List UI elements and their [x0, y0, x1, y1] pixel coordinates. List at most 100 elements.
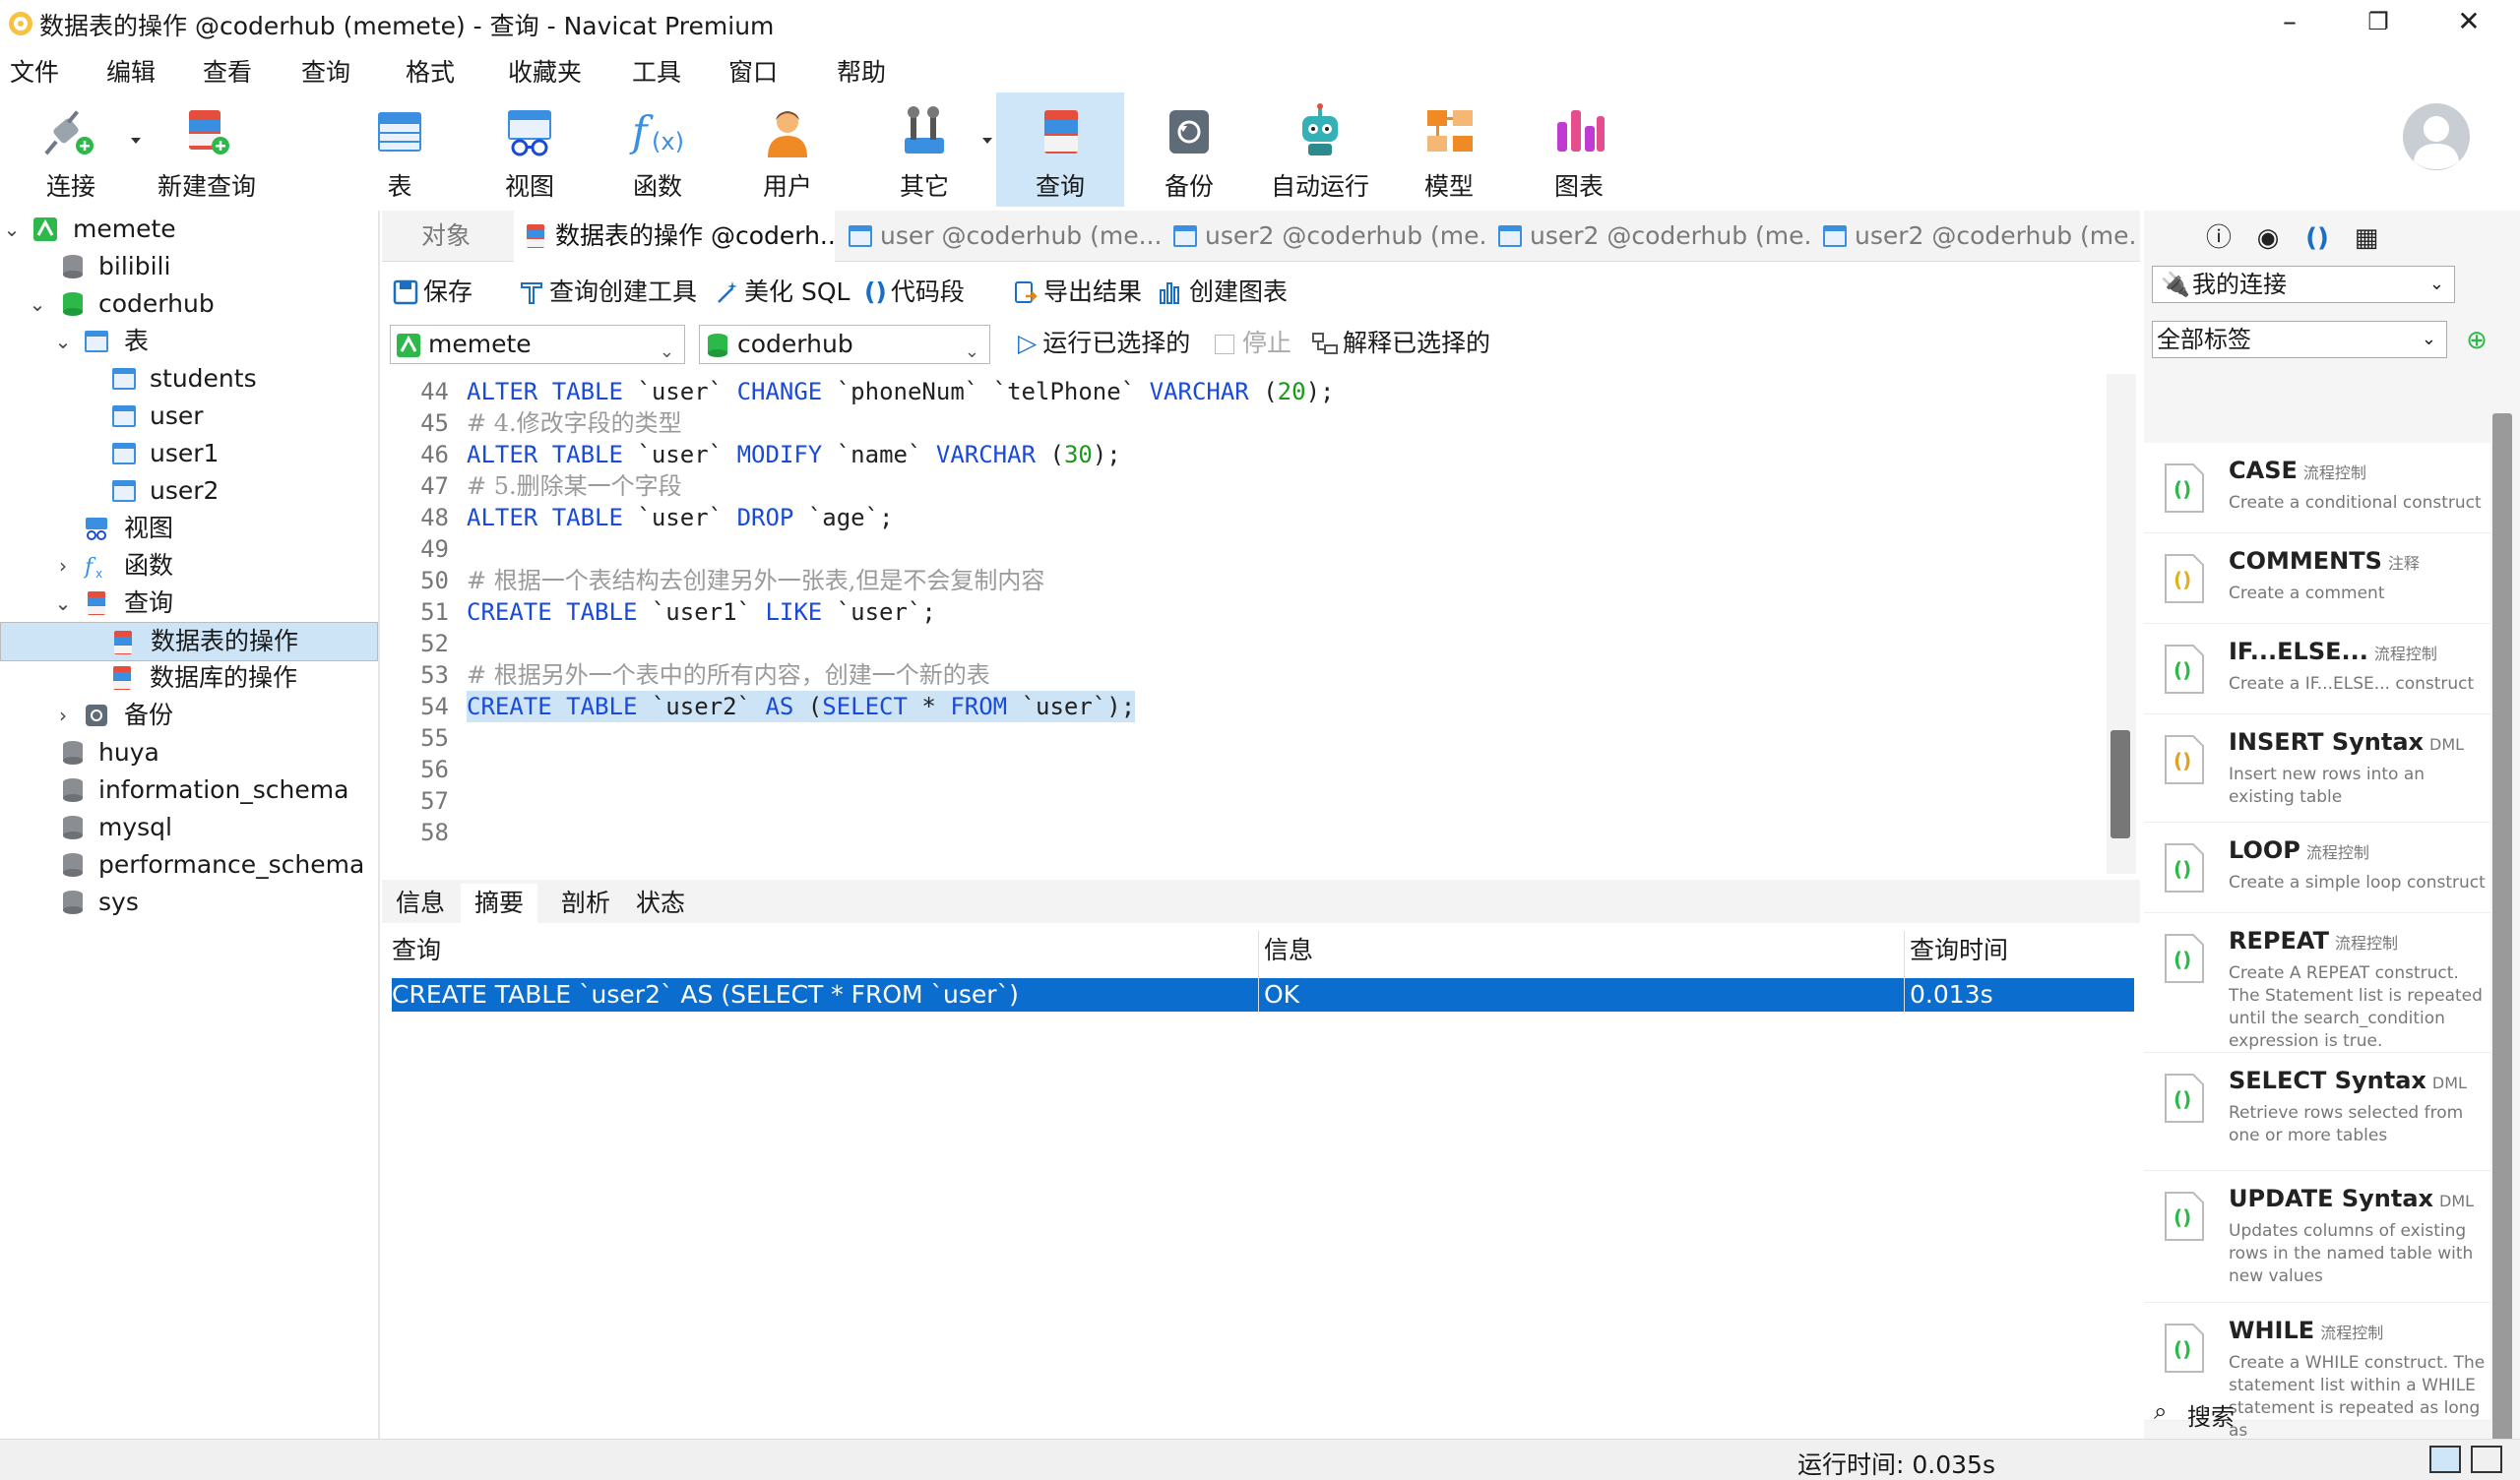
connection-filter-select[interactable]: 🔌 我的连接 ⌄ — [2152, 266, 2455, 303]
tab-status[interactable]: 状态 — [622, 884, 699, 923]
tree-node-db-open[interactable]: ⌄ coderhub — [0, 285, 378, 323]
tree-node-table[interactable]: user1 — [0, 435, 378, 472]
tree-node-functions[interactable]: › fx 函数 — [0, 547, 378, 585]
add-snippet-icon[interactable]: ⊕ — [2461, 325, 2492, 356]
result-time-cell[interactable]: 0.013s — [1910, 978, 1993, 1012]
avatar[interactable] — [2402, 102, 2471, 171]
result-query-cell[interactable]: CREATE TABLE `user2` AS (SELECT * FROM `… — [392, 978, 1019, 1012]
query-builder-button[interactable]: 查询创建工具 — [518, 276, 697, 309]
eye-icon[interactable]: ◉ — [2252, 222, 2284, 254]
tree-node-table[interactable]: user2 — [0, 472, 378, 510]
tree-node-db[interactable]: huya — [0, 734, 378, 771]
auto-run-button[interactable]: 自动运行 — [1266, 92, 1374, 207]
tab-table-user2[interactable]: user2 @coderhub (me... — [1164, 211, 1484, 262]
run-selected-button[interactable]: ▷ 运行已选择的 — [1018, 327, 1190, 360]
other-button[interactable]: 其它 — [884, 92, 965, 207]
explain-selected-button[interactable]: 解释已选择的 — [1311, 327, 1490, 360]
menu-window[interactable]: 窗口 — [728, 53, 778, 89]
new-query-button[interactable]: 新建查询 — [148, 92, 266, 207]
snippet-item[interactable]: () LOOP 流程控制 Create a simple loop construct — [2144, 823, 2490, 913]
layout-toggle-icon[interactable] — [2429, 1446, 2461, 1473]
code-line[interactable]: # 根据另外一个表中的所有内容，创建一个新的表 — [467, 659, 990, 691]
tab-objects[interactable]: 对象 — [382, 211, 510, 262]
menu-help[interactable]: 帮助 — [837, 53, 886, 89]
result-info-cell[interactable]: OK — [1264, 978, 1299, 1012]
code-line[interactable]: ALTER TABLE `user` MODIFY `name` VARCHAR… — [467, 439, 1121, 470]
connect-dropdown-icon[interactable] — [131, 138, 141, 144]
sql-editor[interactable]: 44 ALTER TABLE `user` CHANGE `phoneNum` `… — [382, 374, 2103, 874]
collapse-icon[interactable]: ⌄ — [53, 585, 73, 622]
tab-table-user2[interactable]: user2 @coderhub (me... — [1488, 211, 1809, 262]
code-line[interactable]: ALTER TABLE `user` DROP `age`; — [467, 502, 894, 533]
tree-node-db[interactable]: bilibili — [0, 248, 378, 285]
tree-node-db[interactable]: performance_schema — [0, 846, 378, 884]
tab-summary[interactable]: 摘要 — [461, 884, 538, 923]
export-result-button[interactable]: 导出结果 — [1012, 276, 1142, 309]
search-input[interactable]: 搜索 — [2187, 1397, 2235, 1432]
close-button[interactable]: ✕ — [2447, 2, 2490, 43]
snippet-search[interactable]: ⌕ 搜索 — [2144, 1388, 2520, 1437]
connect-button[interactable]: 连接 — [22, 92, 120, 207]
code-line[interactable]: # 根据一个表结构去创建另外一张表,但是不会复制内容 — [467, 565, 1044, 596]
code-line[interactable]: CREATE TABLE `user2` AS (SELECT * FROM `… — [467, 691, 1136, 722]
tree-node-table[interactable]: user — [0, 398, 378, 435]
user-button[interactable]: 用户 — [748, 92, 827, 207]
snippet-item[interactable]: () INSERT Syntax DML Insert new rows into a… — [2144, 714, 2490, 823]
code-line[interactable]: ALTER TABLE `user` CHANGE `phoneNum` `te… — [467, 376, 1334, 407]
collapse-icon[interactable]: ⌄ — [28, 285, 47, 323]
snippet-item[interactable]: () IF...ELSE... 流程控制 Create a IF...ELSE... … — [2144, 624, 2490, 714]
database-select[interactable]: coderhub ⌄ — [699, 325, 990, 364]
other-dropdown-icon[interactable] — [982, 138, 992, 144]
menu-tools[interactable]: 工具 — [632, 53, 681, 89]
snippet-item[interactable]: () SELECT Syntax DML Retrieve rows selected… — [2144, 1053, 2490, 1171]
connection-select[interactable]: memete ⌄ — [390, 325, 685, 364]
column-header[interactable]: 信息 — [1264, 931, 1313, 970]
maximize-button[interactable]: ❐ — [2357, 2, 2400, 43]
editor-scrollbar-thumb[interactable] — [2110, 730, 2130, 838]
minimize-button[interactable]: – — [2268, 2, 2311, 43]
snippet-item[interactable]: () UPDATE Syntax DML Updates columns of exi… — [2144, 1171, 2490, 1303]
layout-icon[interactable]: ▦ — [2351, 222, 2382, 254]
save-button[interactable]: 保存 — [392, 276, 472, 309]
menu-query[interactable]: 查询 — [301, 53, 350, 89]
layout-toggle-icon[interactable] — [2471, 1446, 2502, 1473]
chart-button[interactable]: 图表 — [1540, 92, 1618, 207]
collapse-icon[interactable]: ⌄ — [2, 211, 22, 248]
expand-icon[interactable]: › — [53, 697, 73, 734]
tree-node-queries[interactable]: ⌄ 查询 — [0, 585, 378, 622]
table-button[interactable]: 表 — [360, 92, 439, 207]
tree-node-tables[interactable]: ⌄ 表 — [0, 323, 378, 360]
column-header[interactable]: 查询时间 — [1910, 931, 2008, 970]
tree-node-db[interactable]: mysql — [0, 809, 378, 846]
tree-node-query-selected[interactable]: 数据表的操作 — [0, 622, 378, 661]
tab-info[interactable]: 信息 — [382, 884, 459, 923]
snippet-item[interactable]: () CASE 流程控制 Create a conditional construct — [2144, 443, 2490, 533]
code-line[interactable]: CREATE TABLE `user1` LIKE `user`; — [467, 596, 936, 628]
menu-view[interactable]: 查看 — [203, 53, 252, 89]
beautify-sql-button[interactable]: 美化 SQL — [713, 276, 850, 309]
tab-query-active[interactable]: 数据表的操作 @coderh... — [514, 211, 835, 262]
tree-node-views[interactable]: 视图 — [0, 510, 378, 547]
tree-node-query[interactable]: 数据库的操作 — [0, 659, 378, 697]
snippet-button[interactable]: () 代码段 — [864, 276, 965, 309]
tree-node-db[interactable]: information_schema — [0, 771, 378, 809]
tab-profile[interactable]: 剖析 — [547, 884, 624, 923]
code-line[interactable]: # 5.删除某一个字段 — [467, 470, 682, 502]
info-icon[interactable]: ⓘ — [2203, 222, 2235, 254]
column-header[interactable]: 查询 — [392, 931, 441, 970]
snippet-item[interactable]: () COMMENTS 注释 Create a comment — [2144, 533, 2490, 624]
tag-filter-select[interactable]: 全部标签 ⌄ — [2152, 321, 2447, 358]
query-button[interactable]: 查询 — [996, 92, 1124, 207]
function-button[interactable]: f (x) 函数 — [618, 92, 697, 207]
tree-node-backups[interactable]: › 备份 — [0, 697, 378, 734]
tab-table-user[interactable]: user @coderhub (me... — [839, 211, 1160, 262]
menu-edit[interactable]: 编辑 — [106, 53, 156, 89]
tree-node-db[interactable]: sys — [0, 884, 378, 921]
create-chart-button[interactable]: 创建图表 — [1158, 276, 1288, 309]
snippet-icon[interactable]: () — [2301, 222, 2333, 254]
model-button[interactable]: 模型 — [1410, 92, 1488, 207]
tree-node-connection[interactable]: ⌄ memete — [0, 211, 378, 248]
stop-button[interactable]: 停止 — [1215, 327, 1292, 360]
snippet-item[interactable]: () REPEAT 流程控制 Create A REPEAT construct. T… — [2144, 913, 2490, 1053]
backup-button[interactable]: 备份 — [1150, 92, 1228, 207]
